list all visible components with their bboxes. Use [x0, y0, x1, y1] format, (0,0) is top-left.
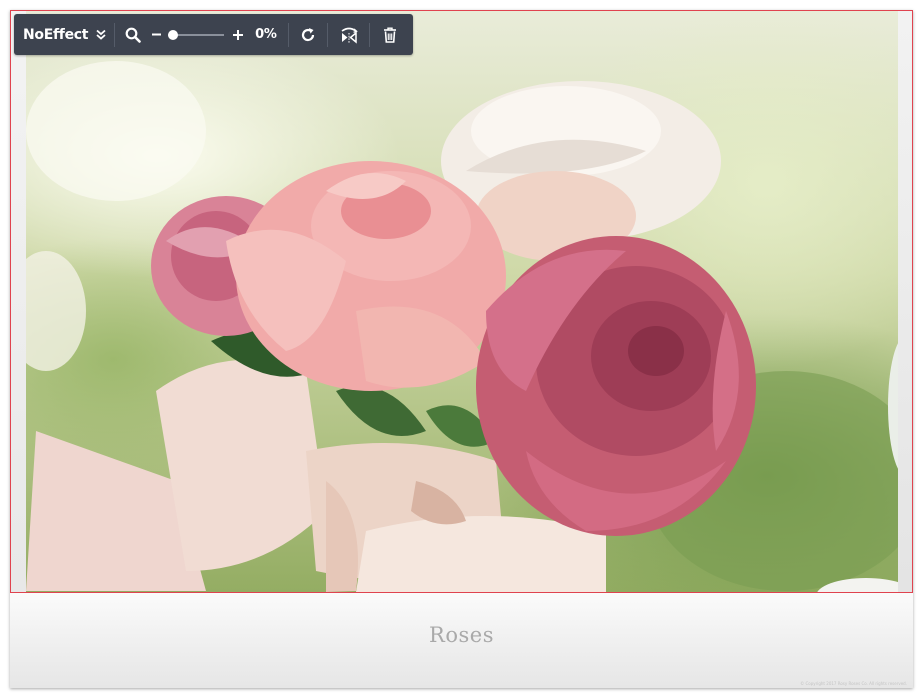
zoom-slider-thumb[interactable]	[168, 29, 179, 40]
delete-button[interactable]	[370, 14, 410, 55]
copyright-text: © Copyright 2017 Rosy Roses Co. All righ…	[800, 681, 907, 686]
caption-title: Roses	[429, 623, 494, 647]
image-toolbar: NoEffect 0%	[14, 14, 413, 55]
image-card: NoEffect 0% Roses © Copyright 2017 Rosy …	[10, 10, 913, 688]
flip-horizontal-icon	[341, 27, 358, 44]
reset-button[interactable]	[289, 14, 327, 55]
zoom-out-button[interactable]	[151, 29, 162, 40]
zoom-in-button[interactable]	[232, 29, 244, 41]
plus-icon	[233, 29, 244, 40]
rose-illustration	[26, 61, 898, 592]
image-frame[interactable]: NoEffect 0%	[10, 10, 913, 593]
caption-bar: Roses © Copyright 2017 Rosy Roses Co. Al…	[10, 593, 913, 688]
zoom-controls: 0%	[115, 14, 288, 55]
zoom-slider[interactable]	[168, 29, 225, 41]
flip-button[interactable]	[328, 14, 369, 55]
zoom-value: 0%	[255, 27, 277, 42]
image-padding-left	[11, 11, 26, 592]
rotate-refresh-icon	[302, 27, 315, 41]
minus-icon	[152, 33, 162, 36]
magnifier-icon[interactable]	[125, 27, 141, 43]
rose-photo[interactable]	[26, 11, 898, 592]
double-chevron-down-icon	[96, 29, 106, 40]
trash-icon	[384, 27, 397, 43]
effect-dropdown-label: NoEffect	[23, 26, 89, 43]
image-padding-right	[898, 11, 912, 592]
effect-dropdown[interactable]: NoEffect	[14, 14, 114, 55]
